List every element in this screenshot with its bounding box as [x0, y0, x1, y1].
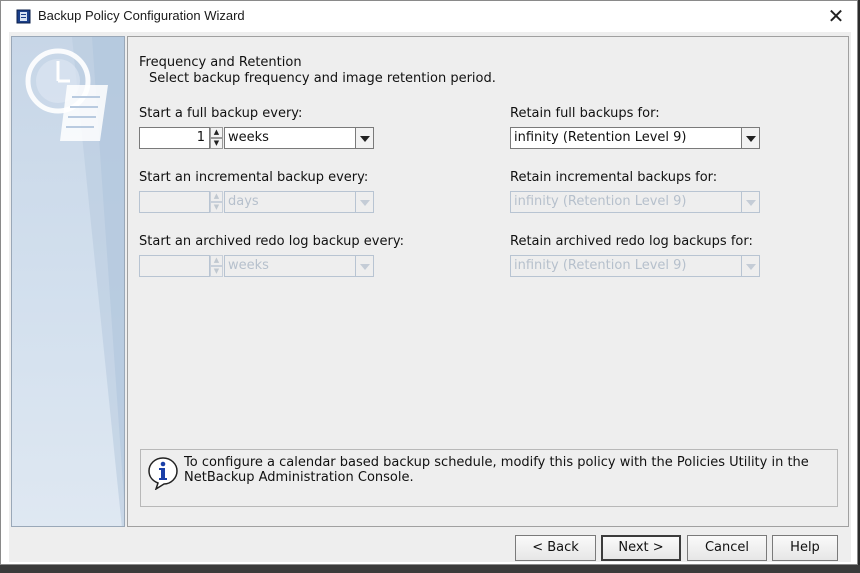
- retain-incremental-label: Retain incremental backups for:: [510, 170, 718, 185]
- retain-incremental-value: infinity (Retention Level 9): [514, 194, 687, 209]
- incremental-unit-value: days: [228, 194, 259, 209]
- redo-spin-buttons[interactable]: ▲ ▼: [210, 255, 223, 277]
- chevron-down-icon[interactable]: [741, 256, 759, 276]
- close-button[interactable]: ✕: [825, 5, 847, 27]
- chevron-down-icon[interactable]: [741, 192, 759, 212]
- page-subtitle: Select backup frequency and image retent…: [149, 71, 496, 86]
- full-backup-unit-select[interactable]: weeks: [224, 127, 374, 149]
- spin-up-icon[interactable]: ▲: [210, 127, 223, 138]
- spin-up-icon[interactable]: ▲: [210, 191, 223, 202]
- spin-down-icon[interactable]: ▼: [210, 266, 223, 277]
- redo-frequency-input[interactable]: [139, 255, 210, 277]
- info-icon: [148, 457, 178, 490]
- retain-redo-value: infinity (Retention Level 9): [514, 258, 687, 273]
- retain-full-select[interactable]: infinity (Retention Level 9): [510, 127, 760, 149]
- redo-unit-select[interactable]: weeks: [224, 255, 374, 277]
- retain-full-value: infinity (Retention Level 9): [514, 130, 687, 145]
- full-backup-spin-buttons[interactable]: ▲ ▼: [210, 127, 223, 149]
- retain-full-label: Retain full backups for:: [510, 106, 660, 121]
- spin-up-icon[interactable]: ▲: [210, 255, 223, 266]
- wizard-content-panel: Frequency and Retention Select backup fr…: [127, 36, 849, 527]
- retain-redo-select[interactable]: infinity (Retention Level 9): [510, 255, 760, 277]
- redo-unit-value: weeks: [228, 258, 269, 273]
- next-button[interactable]: Next >: [601, 535, 681, 561]
- background-taskbar-strip: [0, 565, 860, 573]
- retain-redo-label: Retain archived redo log backups for:: [510, 234, 753, 249]
- incremental-spin-buttons[interactable]: ▲ ▼: [210, 191, 223, 213]
- chevron-down-icon[interactable]: [355, 256, 373, 276]
- full-backup-frequency-input[interactable]: 1: [139, 127, 210, 149]
- spin-down-icon[interactable]: ▼: [210, 202, 223, 213]
- incremental-frequency-input[interactable]: [139, 191, 210, 213]
- cancel-button[interactable]: Cancel: [687, 535, 767, 561]
- full-backup-frequency-spinner[interactable]: 1 ▲ ▼: [139, 127, 223, 149]
- info-text: To configure a calendar based backup sch…: [184, 455, 809, 485]
- full-backup-unit-value: weeks: [228, 130, 269, 145]
- incremental-frequency-spinner[interactable]: ▲ ▼: [139, 191, 223, 213]
- help-button[interactable]: Help: [772, 535, 838, 561]
- chevron-down-icon[interactable]: [741, 128, 759, 148]
- page-title: Frequency and Retention: [139, 55, 302, 70]
- incremental-unit-select[interactable]: days: [224, 191, 374, 213]
- incremental-backup-label: Start an incremental backup every:: [139, 170, 369, 185]
- wizard-client-area: Frequency and Retention Select backup fr…: [9, 32, 851, 562]
- wizard-sidebar-graphic: [11, 36, 125, 527]
- chevron-down-icon[interactable]: [355, 128, 373, 148]
- retain-incremental-select[interactable]: infinity (Retention Level 9): [510, 191, 760, 213]
- close-icon: ✕: [827, 4, 845, 28]
- clock-scroll-icon: [25, 37, 124, 526]
- redo-backup-label: Start an archived redo log backup every:: [139, 234, 404, 249]
- app-icon: [16, 9, 31, 24]
- window-title: Backup Policy Configuration Wizard: [38, 8, 245, 23]
- chevron-down-icon[interactable]: [355, 192, 373, 212]
- back-button[interactable]: < Back: [515, 535, 596, 561]
- spin-down-icon[interactable]: ▼: [210, 138, 223, 149]
- redo-frequency-spinner[interactable]: ▲ ▼: [139, 255, 223, 277]
- info-box: To configure a calendar based backup sch…: [140, 449, 838, 507]
- wizard-window: Backup Policy Configuration Wizard ✕ Fre…: [0, 0, 858, 565]
- title-bar: Backup Policy Configuration Wizard ✕: [1, 1, 857, 32]
- full-backup-label: Start a full backup every:: [139, 106, 303, 121]
